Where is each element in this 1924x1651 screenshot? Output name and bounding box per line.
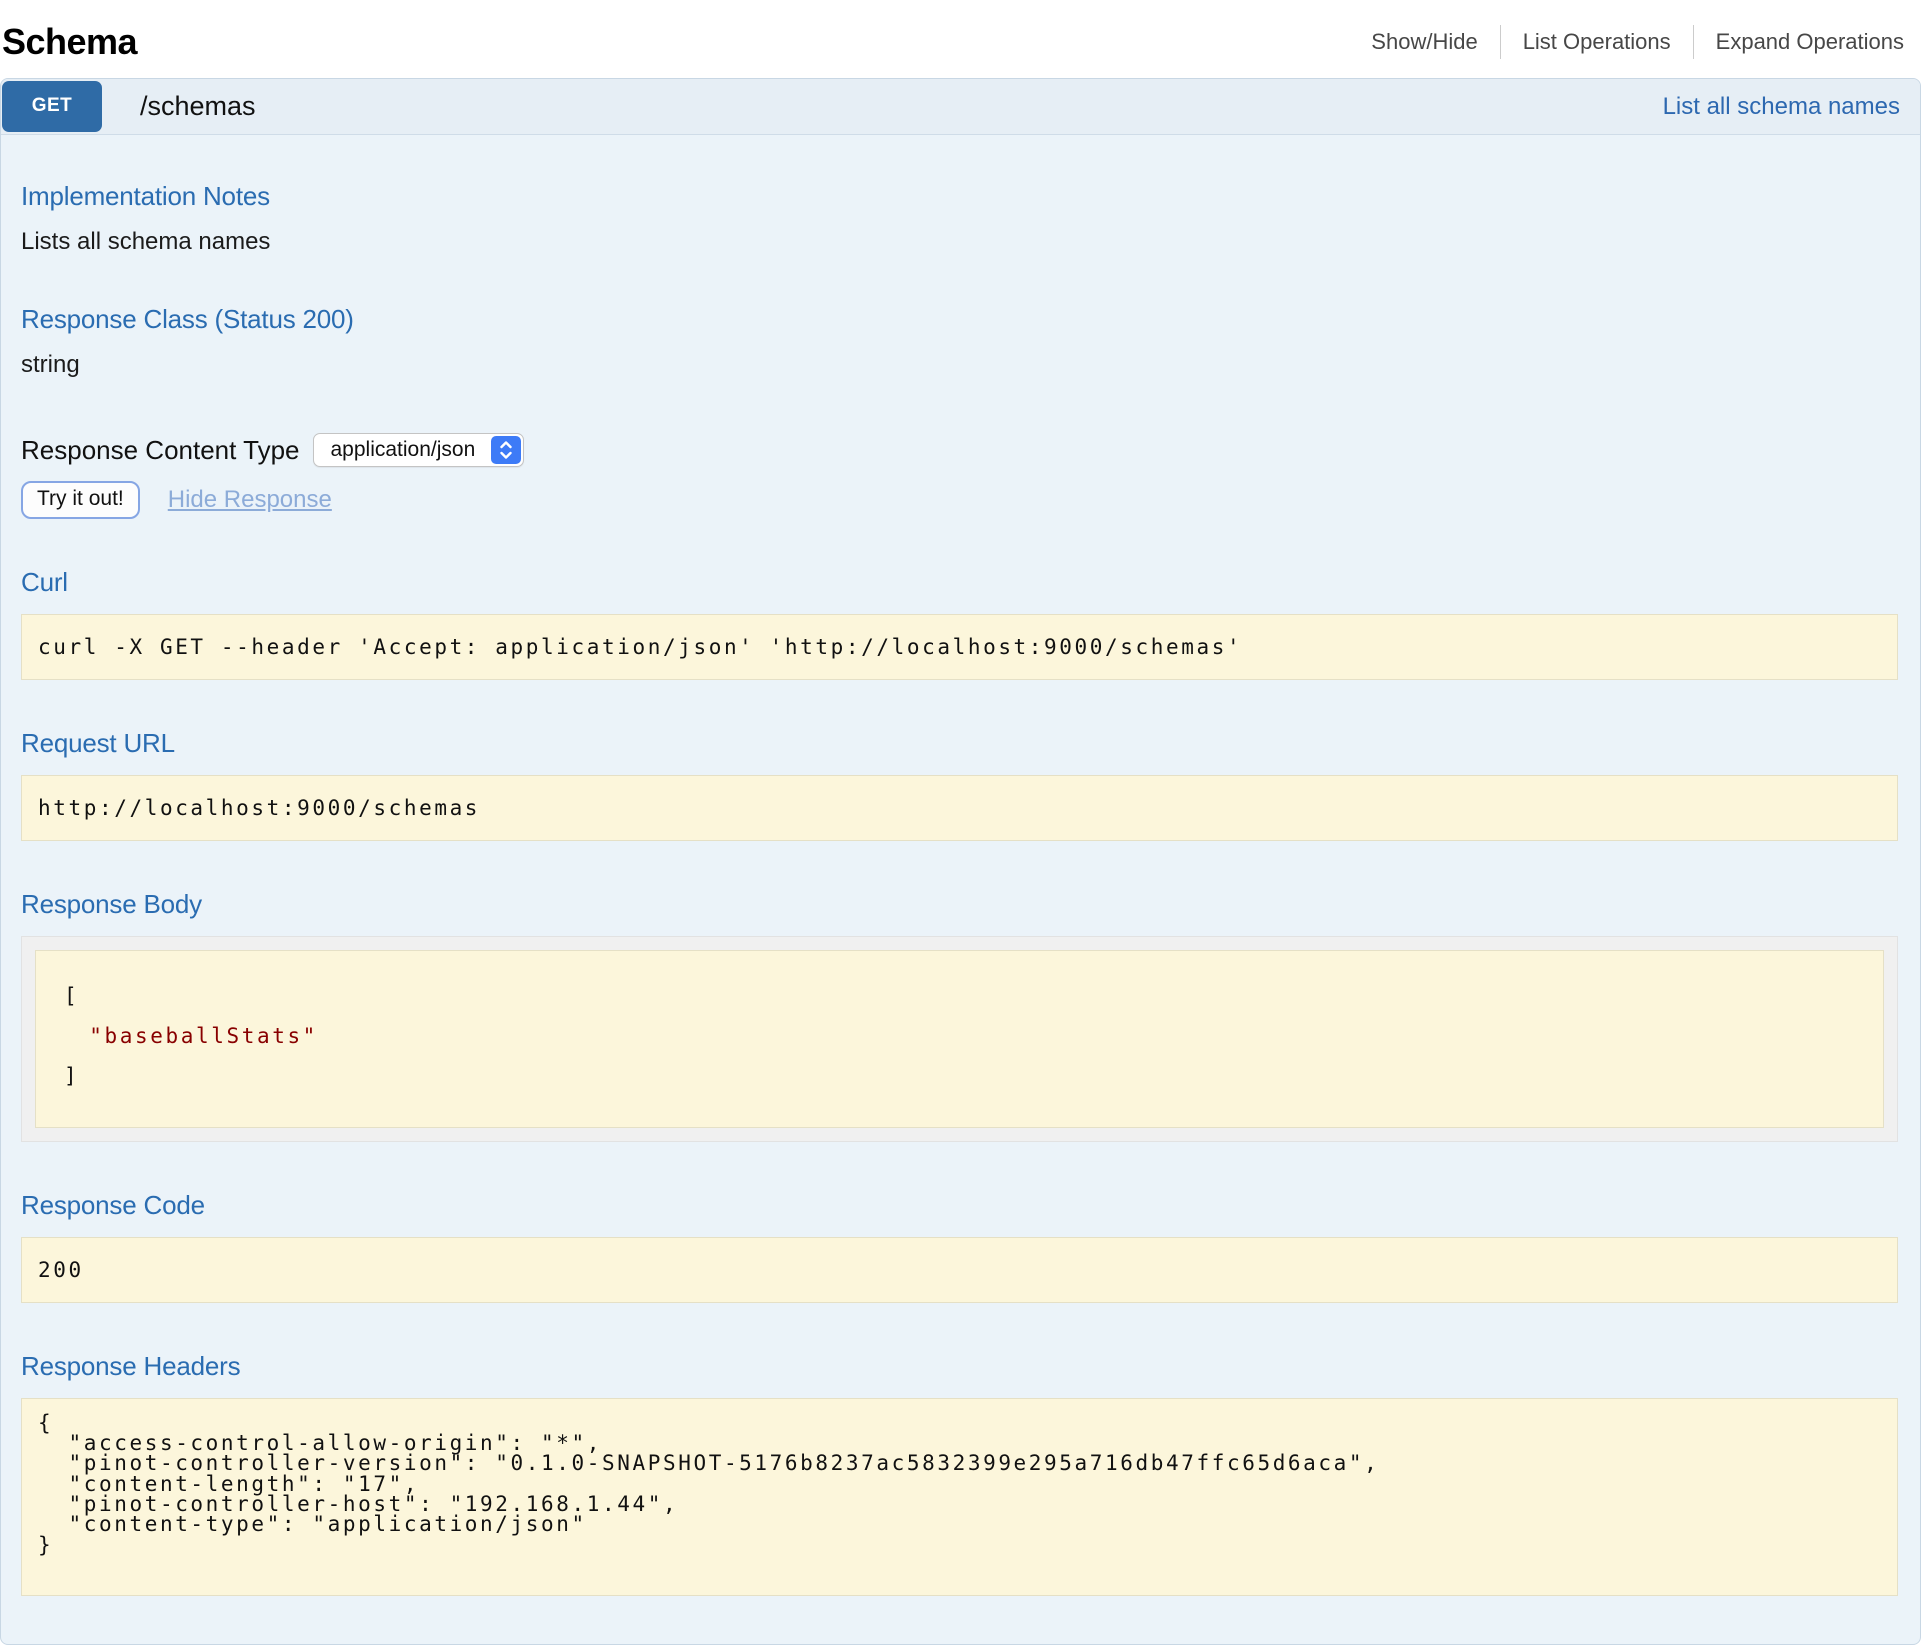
hide-response-link[interactable]: Hide Response [168, 486, 332, 514]
selected-content-type: application/json [314, 434, 489, 466]
request-url-heading: Request URL [21, 728, 1898, 759]
list-operations-link[interactable]: List Operations [1501, 29, 1693, 55]
page-title: Schema [2, 21, 137, 63]
response-headers-heading: Response Headers [21, 1351, 1898, 1382]
operation-header[interactable]: GET /schemas List all schema names [1, 79, 1920, 135]
swagger-page: Schema Show/Hide List Operations Expand … [0, 0, 1924, 1651]
json-bracket-open: [ [64, 977, 1867, 1017]
response-content-type-select[interactable]: application/json [313, 433, 524, 467]
operation-summary-link[interactable]: List all schema names [1663, 93, 1900, 121]
response-content-type-row: Response Content Type application/json [21, 433, 1898, 467]
implementation-notes-heading: Implementation Notes [21, 181, 1898, 212]
response-code-heading: Response Code [21, 1190, 1898, 1221]
response-class-value: string [21, 351, 1898, 379]
json-bracket-close: ] [64, 1057, 1867, 1097]
implementation-notes-text: Lists all schema names [21, 228, 1898, 256]
operation-panel-get-schemas: GET /schemas List all schema names Imple… [0, 78, 1921, 1645]
endpoint-path-link[interactable]: /schemas [140, 91, 256, 122]
expand-operations-link[interactable]: Expand Operations [1694, 29, 1912, 55]
response-body-container: ["baseballStats"] [21, 936, 1898, 1142]
show-hide-link[interactable]: Show/Hide [1349, 29, 1499, 55]
response-code-value: 200 [21, 1237, 1898, 1303]
try-it-out-button[interactable]: Try it out! [21, 481, 140, 519]
json-string-line: "baseballStats" [64, 1017, 1867, 1057]
page-header: Schema Show/Hide List Operations Expand … [0, 0, 1924, 70]
response-body-heading: Response Body [21, 889, 1898, 920]
request-url-value: http://localhost:9000/schemas [21, 775, 1898, 841]
http-method-badge[interactable]: GET [2, 81, 102, 132]
response-class-heading: Response Class (Status 200) [21, 304, 1898, 335]
curl-heading: Curl [21, 567, 1898, 598]
response-body-json: ["baseballStats"] [35, 950, 1884, 1128]
chevron-up-down-icon [491, 436, 521, 464]
operation-content: Implementation Notes Lists all schema na… [1, 135, 1920, 1644]
operations-toolbar: Show/Hide List Operations Expand Operati… [1349, 25, 1912, 59]
response-content-type-label: Response Content Type [21, 435, 299, 466]
response-headers-json: { "access-control-allow-origin": "*", "p… [21, 1398, 1898, 1597]
actions-row: Try it out! Hide Response [21, 481, 1898, 519]
curl-command: curl -X GET --header 'Accept: applicatio… [21, 614, 1898, 680]
